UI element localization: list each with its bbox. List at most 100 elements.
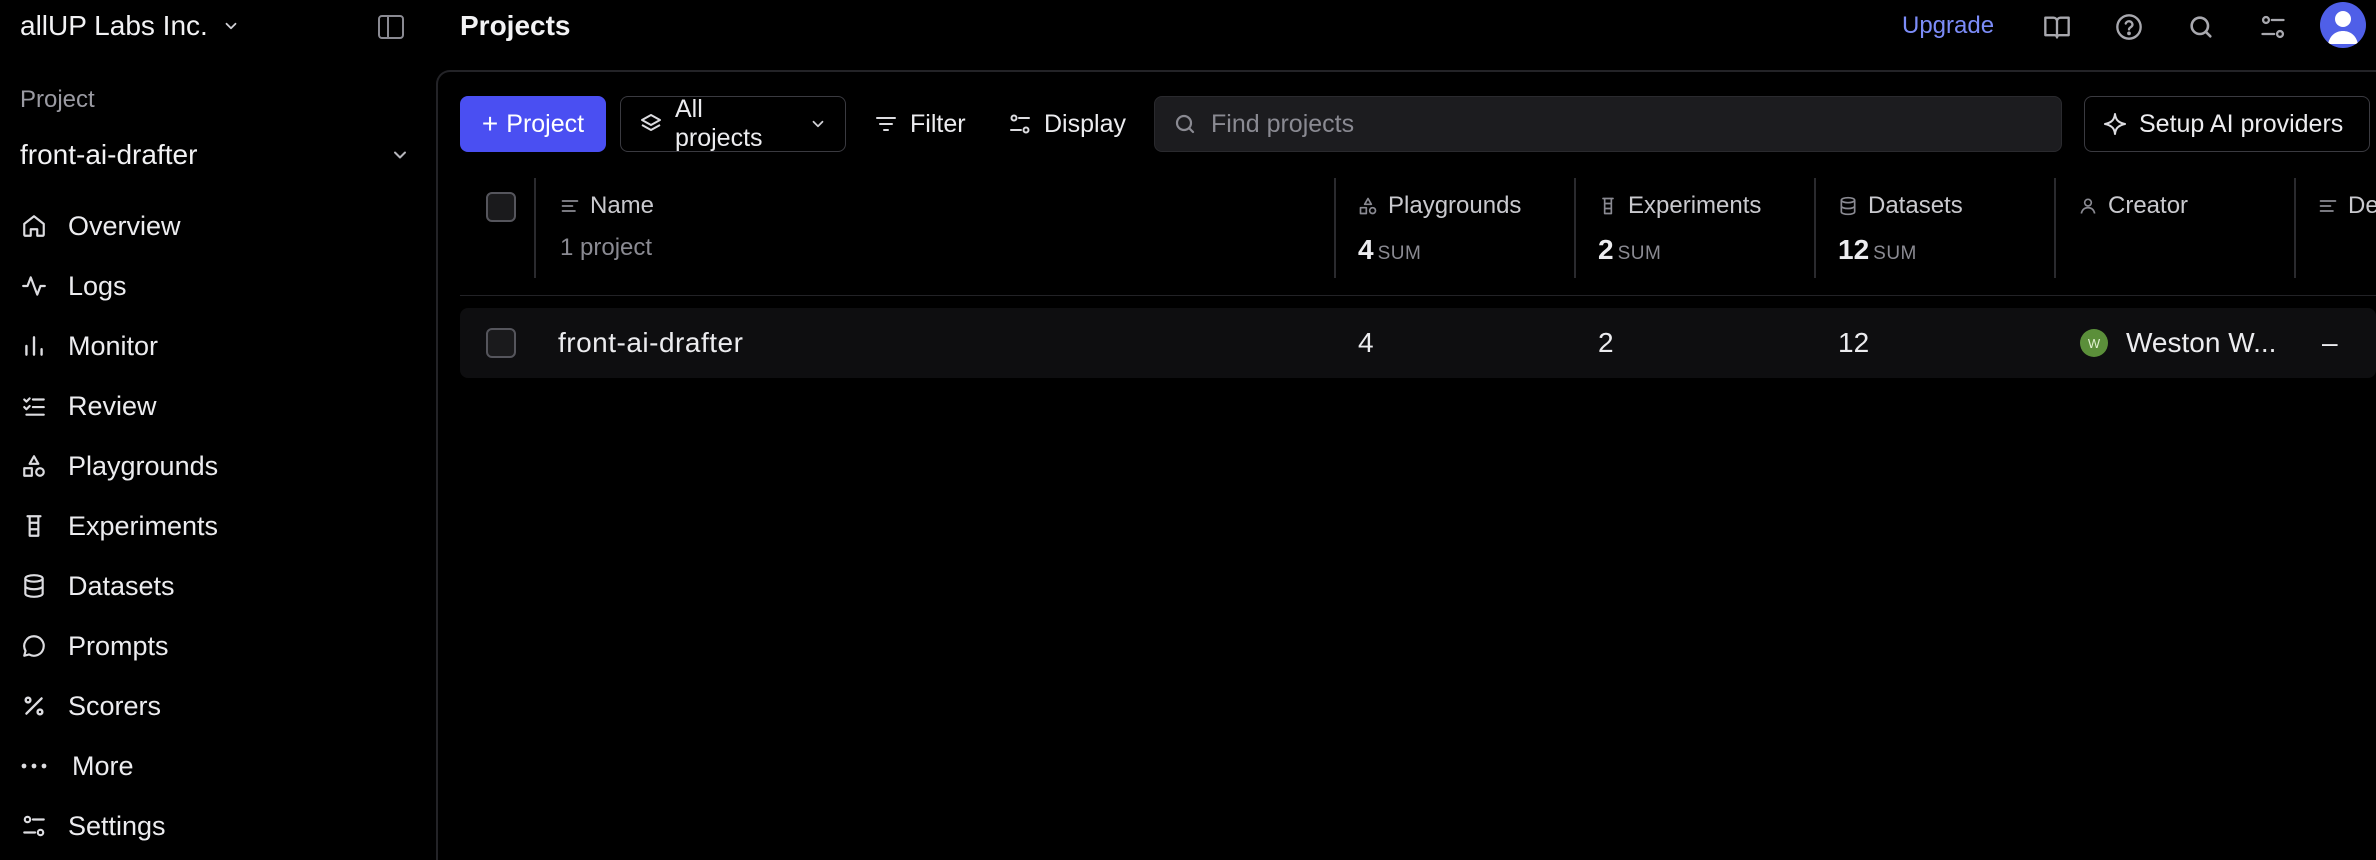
book-icon[interactable] bbox=[2040, 10, 2074, 44]
column-divider bbox=[1814, 178, 1816, 278]
sidebar-nav: Overview Logs Monitor Review Playgrounds… bbox=[0, 196, 436, 856]
project-count: 1 project bbox=[560, 234, 653, 261]
project-label: Project bbox=[20, 86, 95, 113]
activity-icon bbox=[20, 272, 48, 300]
sparkle-icon bbox=[2103, 112, 2127, 136]
display-button[interactable]: Display bbox=[1008, 96, 1126, 152]
database-icon bbox=[1838, 196, 1858, 216]
help-icon[interactable] bbox=[2112, 10, 2146, 44]
table-row[interactable]: front-ai-drafter 4 2 12 W Weston W... – bbox=[460, 308, 2376, 378]
row-checkbox[interactable] bbox=[486, 308, 516, 378]
sidebar-item-experiments[interactable]: Experiments bbox=[0, 496, 436, 556]
sidebar-item-label: Overview bbox=[68, 210, 181, 241]
sidebar-item-more[interactable]: More bbox=[0, 736, 436, 796]
org-name: allUP Labs Inc. bbox=[20, 10, 208, 41]
sidebar-item-datasets[interactable]: Datasets bbox=[0, 556, 436, 616]
table-header: Name 1 project Playgrounds 4 SUM Experime… bbox=[460, 178, 2376, 296]
sidebar-item-playgrounds[interactable]: Playgrounds bbox=[0, 436, 436, 496]
bar-chart-icon bbox=[20, 332, 48, 360]
sidebar-item-label: Playgrounds bbox=[68, 450, 219, 481]
column-header-creator[interactable]: Creator bbox=[2078, 178, 2188, 278]
column-sum: 4 SUM bbox=[1358, 234, 1422, 265]
search-icon bbox=[1175, 114, 1195, 134]
text-align-icon bbox=[560, 196, 580, 216]
message-icon bbox=[20, 632, 48, 660]
search-field[interactable] bbox=[1154, 96, 2062, 152]
chevron-down-icon bbox=[225, 22, 237, 30]
column-label: Name bbox=[590, 192, 655, 219]
checkbox[interactable] bbox=[486, 192, 516, 222]
column-divider bbox=[2054, 178, 2056, 278]
sidebar-toggle-icon[interactable] bbox=[375, 12, 407, 42]
sidebar-item-monitor[interactable]: Monitor bbox=[0, 316, 436, 376]
sidebar-item-label: Logs bbox=[68, 270, 127, 301]
project-selector[interactable]: front-ai-drafter bbox=[20, 134, 410, 176]
plus-icon: + bbox=[481, 108, 499, 139]
column-divider bbox=[534, 178, 536, 278]
column-header-datasets[interactable]: Datasets 12 SUM bbox=[1838, 178, 1963, 278]
chevron-down-icon bbox=[812, 120, 824, 128]
beaker-icon bbox=[20, 512, 48, 540]
creator-cell: W Weston W... bbox=[2080, 308, 2276, 378]
toolbar: + Project All projects Filter Display Se… bbox=[460, 95, 2376, 152]
sidebar-item-review[interactable]: Review bbox=[0, 376, 436, 436]
user-icon bbox=[2078, 196, 2098, 216]
column-header-description[interactable]: De bbox=[2318, 178, 2376, 278]
setup-ai-providers-button[interactable]: Setup AI providers bbox=[2084, 96, 2370, 152]
select-all-checkbox[interactable] bbox=[486, 192, 516, 292]
checkbox[interactable] bbox=[486, 328, 516, 358]
ellipsis-icon bbox=[20, 752, 48, 780]
column-header-playgrounds[interactable]: Playgrounds 4 SUM bbox=[1358, 178, 1521, 278]
filter-icon bbox=[874, 112, 898, 136]
database-icon bbox=[20, 572, 48, 600]
filter-label: Filter bbox=[910, 109, 966, 138]
sidebar-item-logs[interactable]: Logs bbox=[0, 256, 436, 316]
project-scope-label: All projects bbox=[675, 95, 763, 152]
layers-icon bbox=[639, 112, 663, 136]
column-header-name[interactable]: Name 1 project bbox=[560, 178, 654, 278]
project-name: front-ai-drafter bbox=[20, 139, 198, 170]
text-align-icon bbox=[2318, 196, 2338, 216]
column-label: Playgrounds bbox=[1388, 192, 1522, 219]
sidebar-item-overview[interactable]: Overview bbox=[0, 196, 436, 256]
column-label: Datasets bbox=[1868, 192, 1963, 219]
creator-avatar: W bbox=[2080, 329, 2108, 357]
column-sum: 2 SUM bbox=[1598, 234, 1662, 265]
display-settings-icon bbox=[1008, 112, 1032, 136]
column-label: Experiments bbox=[1628, 192, 1762, 219]
column-divider bbox=[1574, 178, 1576, 278]
shapes-icon bbox=[1358, 196, 1378, 216]
sidebar-item-label: Experiments bbox=[68, 510, 219, 541]
user-icon bbox=[2328, 11, 2358, 44]
experiments-cell: 2 bbox=[1598, 327, 1614, 358]
sidebar-item-label: Prompts bbox=[68, 630, 169, 661]
list-check-icon bbox=[20, 392, 48, 420]
column-label: Creator bbox=[2108, 192, 2189, 219]
sidebar-item-label: Review bbox=[68, 390, 157, 421]
description-cell: – bbox=[2322, 327, 2338, 358]
sliders-icon[interactable] bbox=[2256, 10, 2290, 44]
sidebar-item-prompts[interactable]: Prompts bbox=[0, 616, 436, 676]
sidebar-item-settings[interactable]: Settings bbox=[0, 796, 436, 856]
search-input[interactable] bbox=[1211, 109, 2031, 139]
setup-ai-providers-label: Setup AI providers bbox=[2139, 109, 2344, 138]
display-label: Display bbox=[1044, 109, 1126, 138]
sidebar: allUP Labs Inc. Project front-ai-drafter… bbox=[0, 0, 436, 860]
search-icon[interactable] bbox=[2184, 10, 2218, 44]
filter-button[interactable]: Filter bbox=[874, 96, 966, 152]
project-name-cell[interactable]: front-ai-drafter bbox=[558, 308, 743, 378]
new-project-button[interactable]: + Project bbox=[460, 96, 606, 152]
playgrounds-cell: 4 bbox=[1358, 327, 1374, 358]
upgrade-link[interactable]: Upgrade bbox=[1902, 10, 1994, 42]
org-switcher[interactable]: allUP Labs Inc. bbox=[20, 8, 240, 44]
project-scope-dropdown[interactable]: All projects bbox=[620, 95, 846, 152]
column-divider bbox=[2294, 178, 2296, 278]
percent-icon bbox=[20, 692, 48, 720]
sidebar-item-label: Scorers bbox=[68, 690, 162, 721]
sidebar-item-label: Settings bbox=[68, 810, 166, 841]
user-avatar[interactable] bbox=[2320, 2, 2366, 48]
column-header-experiments[interactable]: Experiments 2 SUM bbox=[1598, 178, 1761, 278]
sidebar-item-label: Datasets bbox=[68, 570, 175, 601]
column-divider bbox=[1334, 178, 1336, 278]
sidebar-item-scorers[interactable]: Scorers bbox=[0, 676, 436, 736]
